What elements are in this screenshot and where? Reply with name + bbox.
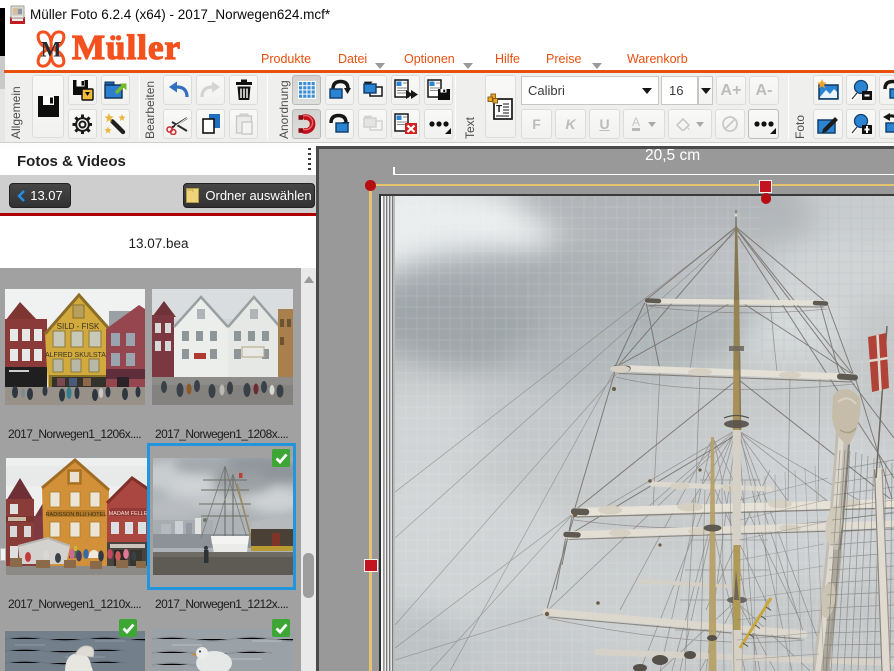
svg-text:M: M [41,38,62,62]
svg-text:RADISSON BLU HOTEL: RADISSON BLU HOTEL [46,512,107,518]
svg-text:MADAM FELLE: MADAM FELLE [109,511,148,517]
svg-text:ALFRED SKULSTAD: ALFRED SKULSTAD [45,352,111,359]
svg-text:SILD - FISK: SILD - FISK [57,322,100,331]
svg-text:T: T [496,104,502,115]
